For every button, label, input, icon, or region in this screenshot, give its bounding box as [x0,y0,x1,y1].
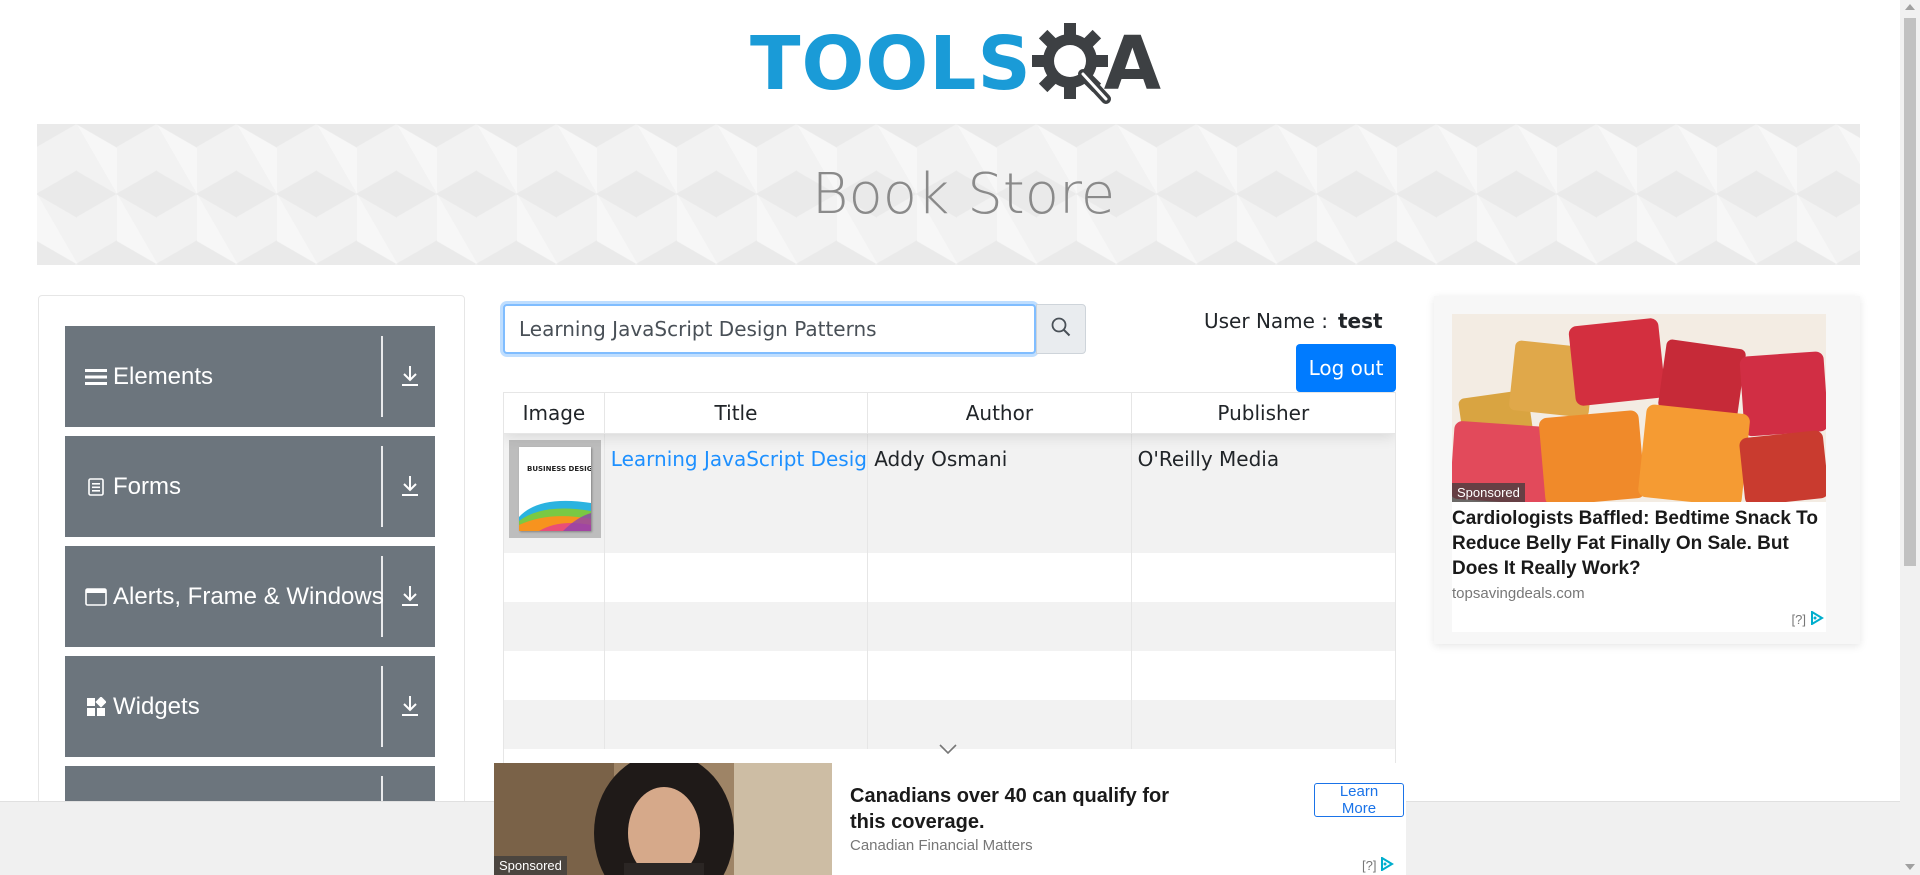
toolsqa-logo[interactable]: TOOLS A [750,14,1161,114]
ad-card[interactable]: Sponsored Cardiologists Baffled: Bedtime… [1452,314,1826,632]
table-row: BUSINESS DESIGN Learning JavaScript Desi… [504,434,1395,553]
sponsored-label: Sponsored [494,856,567,875]
sidebar-group-label: Widgets [113,692,200,720]
search-button[interactable] [1036,304,1086,354]
document-icon [85,476,107,498]
sidebar-group-forms[interactable]: Forms [65,436,435,537]
divider [381,336,383,417]
page-scrollbar[interactable] [1900,0,1920,875]
divider [381,446,383,527]
header: TOOLS A [0,0,1900,120]
book-cover-image: BUSINESS DESIGN [509,440,601,538]
adchoices-icon[interactable] [1380,856,1395,874]
scroll-down-arrow-icon[interactable] [1905,864,1915,870]
scrollbar-thumb[interactable] [1904,18,1916,566]
sponsored-ad-right[interactable]: Sponsored Cardiologists Baffled: Bedtime… [1434,296,1860,644]
gear-magnifier-icon [1028,19,1118,109]
sidebar-group-alerts[interactable]: Alerts, Frame & Windows [65,546,435,647]
column-header-title[interactable]: Title [605,393,869,433]
hamburger-icon [85,366,107,388]
book-publisher-cell: O'Reilly Media [1137,447,1280,471]
ad-headline[interactable]: Canadians over 40 can qualify for this c… [850,783,1210,835]
user-name-value: test [1338,309,1383,333]
chevron-down-icon[interactable] [938,742,958,756]
download-arrow-icon[interactable] [399,364,421,388]
column-header-image[interactable]: Image [504,393,605,433]
ad-source[interactable]: Canadian Financial Matters [850,837,1033,854]
table-row [504,651,1395,700]
user-name-label: User Name : [1204,309,1329,333]
logo-tools-text: TOOLS [750,21,1032,107]
ad-choices[interactable]: [?] [1362,856,1395,874]
ad-help-link[interactable]: [?] [1362,858,1376,873]
sidebar: Elements Forms Alerts, Frame & Windows W… [38,295,465,875]
scroll-up-arrow-icon[interactable] [1905,4,1915,10]
sidebar-group-label: Alerts, Frame & Windows [113,582,384,610]
page-title: Book Store [811,162,1116,227]
sponsored-label: Sponsored [1452,483,1525,502]
book-title-link[interactable]: Learning JavaScript Design Patterns [611,447,867,471]
adchoices-icon[interactable] [1810,610,1824,628]
column-header-publisher[interactable]: Publisher [1132,393,1395,433]
ad-help-link[interactable]: [?] [1792,612,1806,627]
window-icon [85,586,107,608]
table-row [504,553,1395,602]
ad-source[interactable]: topsavingdeals.com [1452,585,1826,602]
divider [381,666,383,747]
table-header: Image Title Author Publisher [504,393,1395,434]
sidebar-group-widgets[interactable]: Widgets [65,656,435,757]
sidebar-group-elements[interactable]: Elements [65,326,435,427]
download-arrow-icon[interactable] [399,584,421,608]
book-title-cell: Learning JavaScript Design Patterns [605,434,869,553]
ad-choices[interactable]: [?] [1792,610,1824,628]
sidebar-group-label: Forms [113,472,181,500]
ad-image-woman[interactable]: Sponsored [494,763,832,875]
sponsored-ad-bottom[interactable]: Sponsored Canadians over 40 can qualify … [494,763,1406,875]
search-input[interactable] [503,304,1036,354]
book-image-cell: BUSINESS DESIGN [504,434,605,553]
book-cover: BUSINESS DESIGN [519,447,591,531]
logout-button[interactable]: Log out [1296,344,1396,392]
search-icon [1051,317,1071,342]
table-row [504,602,1395,651]
divider [381,556,383,637]
page-banner: Book Store [37,124,1860,265]
download-arrow-icon[interactable] [399,474,421,498]
widgets-icon [85,696,107,718]
book-author-cell: Addy Osmani [868,434,1132,553]
column-header-author[interactable]: Author [868,393,1132,433]
sidebar-group-label: Elements [113,362,214,390]
books-table: Image Title Author Publisher BUSINESS DE… [503,392,1396,795]
ad-headline[interactable]: Cardiologists Baffled: Bedtime Snack To … [1452,502,1826,581]
download-arrow-icon[interactable] [399,694,421,718]
ad-image-candy[interactable]: Sponsored [1452,314,1826,502]
learn-more-button[interactable]: Learn More [1314,783,1404,817]
